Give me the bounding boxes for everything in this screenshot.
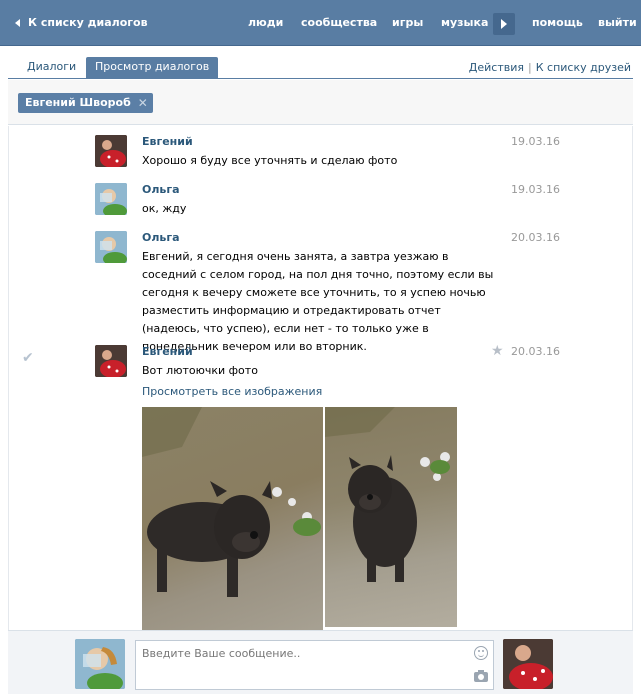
tab-view-dialogs[interactable]: Просмотр диалогов <box>86 57 219 79</box>
message-author[interactable]: Ольга <box>142 231 180 244</box>
message-text: Хорошо я буду все уточнять и сделаю фото <box>142 154 398 167</box>
emoji-icon[interactable] <box>474 646 488 660</box>
avatar-photo-icon <box>503 639 553 689</box>
nav-people[interactable]: люди <box>248 16 283 29</box>
link-separator: | <box>528 61 532 74</box>
avatar-photo-icon <box>95 345 127 377</box>
nav-communities[interactable]: сообщества <box>301 16 377 29</box>
photo-attachment[interactable] <box>325 407 457 627</box>
avatar-photo-icon <box>75 639 125 689</box>
nav-logout[interactable]: выйти <box>598 16 637 29</box>
nav-help[interactable]: помощь <box>532 16 583 29</box>
peer-avatar[interactable] <box>503 639 553 689</box>
back-link-label: К списку диалогов <box>28 16 148 29</box>
photo-attachment[interactable] <box>142 407 323 630</box>
view-all-images-link[interactable]: Просмотреть все изображения <box>142 385 322 398</box>
read-check-icon: ✔ <box>22 350 34 366</box>
message-author[interactable]: Евгений <box>142 135 193 148</box>
message-date: 20.03.16 <box>511 345 560 358</box>
recipient-name: Евгений Швороб <box>25 96 131 109</box>
back-to-dialogs-link[interactable]: К списку диалогов <box>15 16 148 29</box>
avatar[interactable] <box>95 345 127 377</box>
message-input-box[interactable] <box>135 640 494 690</box>
music-play-button[interactable] <box>493 13 515 35</box>
camera-icon[interactable] <box>474 670 488 682</box>
recipient-chip[interactable]: Евгений Швороб ✕ <box>18 93 153 113</box>
avatar-photo-icon <box>95 231 127 263</box>
friends-list-link[interactable]: К списку друзей <box>536 61 631 74</box>
avatar-photo-icon <box>95 135 127 167</box>
message-text: Евгений, я сегодня очень занята, а завтр… <box>142 250 494 353</box>
nav-music[interactable]: музыка <box>441 16 488 29</box>
message-text: ок, жду <box>142 202 187 215</box>
message-history[interactable]: Евгений 19.03.16 Хорошо я буду все уточн… <box>8 126 633 630</box>
message-author[interactable]: Евгений <box>142 345 193 358</box>
star-icon[interactable]: ★ <box>491 343 504 359</box>
play-icon <box>501 19 507 29</box>
avatar-photo-icon <box>95 183 127 215</box>
tab-dialogs[interactable]: Диалоги <box>18 57 85 79</box>
top-bar: К списку диалогов люди сообщества игры м… <box>0 0 641 46</box>
actions-link[interactable]: Действия <box>469 61 524 74</box>
avatar[interactable] <box>95 135 127 167</box>
nav-games[interactable]: игры <box>392 16 423 29</box>
message-composer <box>8 630 633 694</box>
message-date: 19.03.16 <box>511 183 560 196</box>
message-date: 20.03.16 <box>511 231 560 244</box>
dog-photo-icon <box>325 407 450 582</box>
dog-photo-icon <box>142 407 321 597</box>
arrow-left-icon <box>15 18 20 27</box>
recipient-row: Евгений Швороб ✕ <box>8 80 633 125</box>
avatar[interactable] <box>95 183 127 215</box>
close-icon[interactable]: ✕ <box>138 93 148 113</box>
message-text: Вот лютоючки фото <box>142 364 258 377</box>
tabs-bar: Диалоги Просмотр диалогов Действия | К спи… <box>8 46 633 79</box>
message-author[interactable]: Ольга <box>142 183 180 196</box>
message-date: 19.03.16 <box>511 135 560 148</box>
avatar[interactable] <box>95 231 127 263</box>
my-avatar[interactable] <box>75 639 125 689</box>
tab-actions-links: Действия | К списку друзей <box>469 61 631 74</box>
message-input[interactable] <box>136 641 456 665</box>
